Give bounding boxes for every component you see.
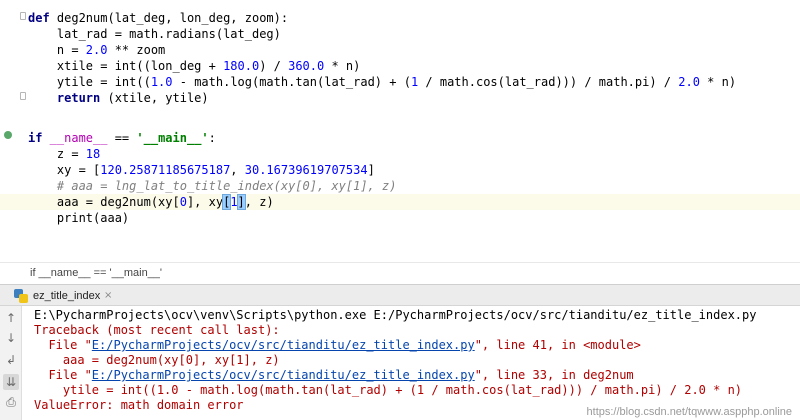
traceback-frame: File "E:/PycharmProjects/ocv/src/tiandit…	[34, 338, 641, 352]
fold-marker-icon[interactable]	[20, 92, 26, 100]
code-line[interactable]: return (xtile, ytile)	[28, 90, 209, 106]
print-icon[interactable]: ⎙	[3, 394, 19, 410]
scroll-to-end-icon[interactable]: ⇊	[3, 374, 19, 390]
run-tool-window-header: ez_title_index ×	[0, 284, 800, 306]
error-message: ValueError: math domain error	[34, 398, 244, 412]
code-line[interactable]: xy = [120.25871185675187, 30.16739619707…	[28, 162, 375, 178]
file-link[interactable]: E:/PycharmProjects/ocv/src/tianditu/ez_t…	[92, 368, 475, 382]
console-command-line: E:\PycharmProjects\ocv\venv\Scripts\pyth…	[34, 308, 757, 322]
traceback-code: aaa = deg2num(xy[0], xy[1], z)	[34, 353, 280, 367]
current-code-line[interactable]: aaa = deg2num(xy[0], xy[1], z)	[0, 194, 800, 210]
code-line[interactable]: lat_rad = math.radians(lat_deg)	[28, 26, 281, 42]
fold-marker-icon[interactable]	[20, 12, 26, 20]
code-line[interactable]: def deg2num(lat_deg, lon_deg, zoom):	[28, 10, 288, 26]
code-line[interactable]: # aaa = lng_lat_to_title_index(xy[0], xy…	[28, 178, 397, 194]
run-toolbar: ↑ ↓ ↲ ⇊ ⎙	[0, 306, 22, 420]
traceback-code: ytile = int((1.0 - math.log(math.tan(lat…	[34, 383, 743, 397]
tab-ez-title-index[interactable]: ez_title_index	[14, 287, 100, 305]
python-file-icon	[14, 289, 28, 303]
code-line[interactable]: xtile = int((lon_deg + 180.0) / 360.0 * …	[28, 58, 360, 74]
keyword-token: def	[28, 11, 50, 25]
code-line[interactable]: if __name__ == '__main__':	[28, 130, 216, 146]
close-icon[interactable]: ×	[104, 288, 112, 304]
code-line[interactable]: z = 18	[28, 146, 100, 162]
console-output[interactable]: E:\PycharmProjects\ocv\venv\Scripts\pyth…	[22, 306, 800, 420]
matched-bracket: ]	[236, 194, 246, 210]
code-line[interactable]: ytile = int((1.0 - math.log(math.tan(lat…	[28, 74, 736, 90]
up-arrow-icon[interactable]: ↑	[3, 310, 19, 326]
code-editor[interactable]: def deg2num(lat_deg, lon_deg, zoom): lat…	[0, 0, 800, 262]
comment-token: # aaa = lng_lat_to_title_index(xy[0], xy…	[28, 179, 397, 193]
watermark: https://blog.csdn.net/tqwww.aspphp.onlin…	[586, 406, 792, 418]
run-gutter-icon[interactable]	[4, 131, 12, 139]
tab-label: ez_title_index	[33, 290, 101, 302]
code-line[interactable]: print(aaa)	[28, 210, 129, 226]
traceback-header: Traceback (most recent call last):	[34, 323, 280, 337]
down-arrow-icon[interactable]: ↓	[3, 330, 19, 346]
file-link[interactable]: E:/PycharmProjects/ocv/src/tianditu/ez_t…	[92, 338, 475, 352]
code-line[interactable]: n = 2.0 ** zoom	[28, 42, 165, 58]
editor-gutter[interactable]	[0, 0, 26, 262]
traceback-frame: File "E:/PycharmProjects/ocv/src/tiandit…	[34, 368, 634, 382]
wrap-icon[interactable]: ↲	[3, 352, 19, 368]
breadcrumb[interactable]: if __name__ == '__main__'	[0, 262, 800, 284]
